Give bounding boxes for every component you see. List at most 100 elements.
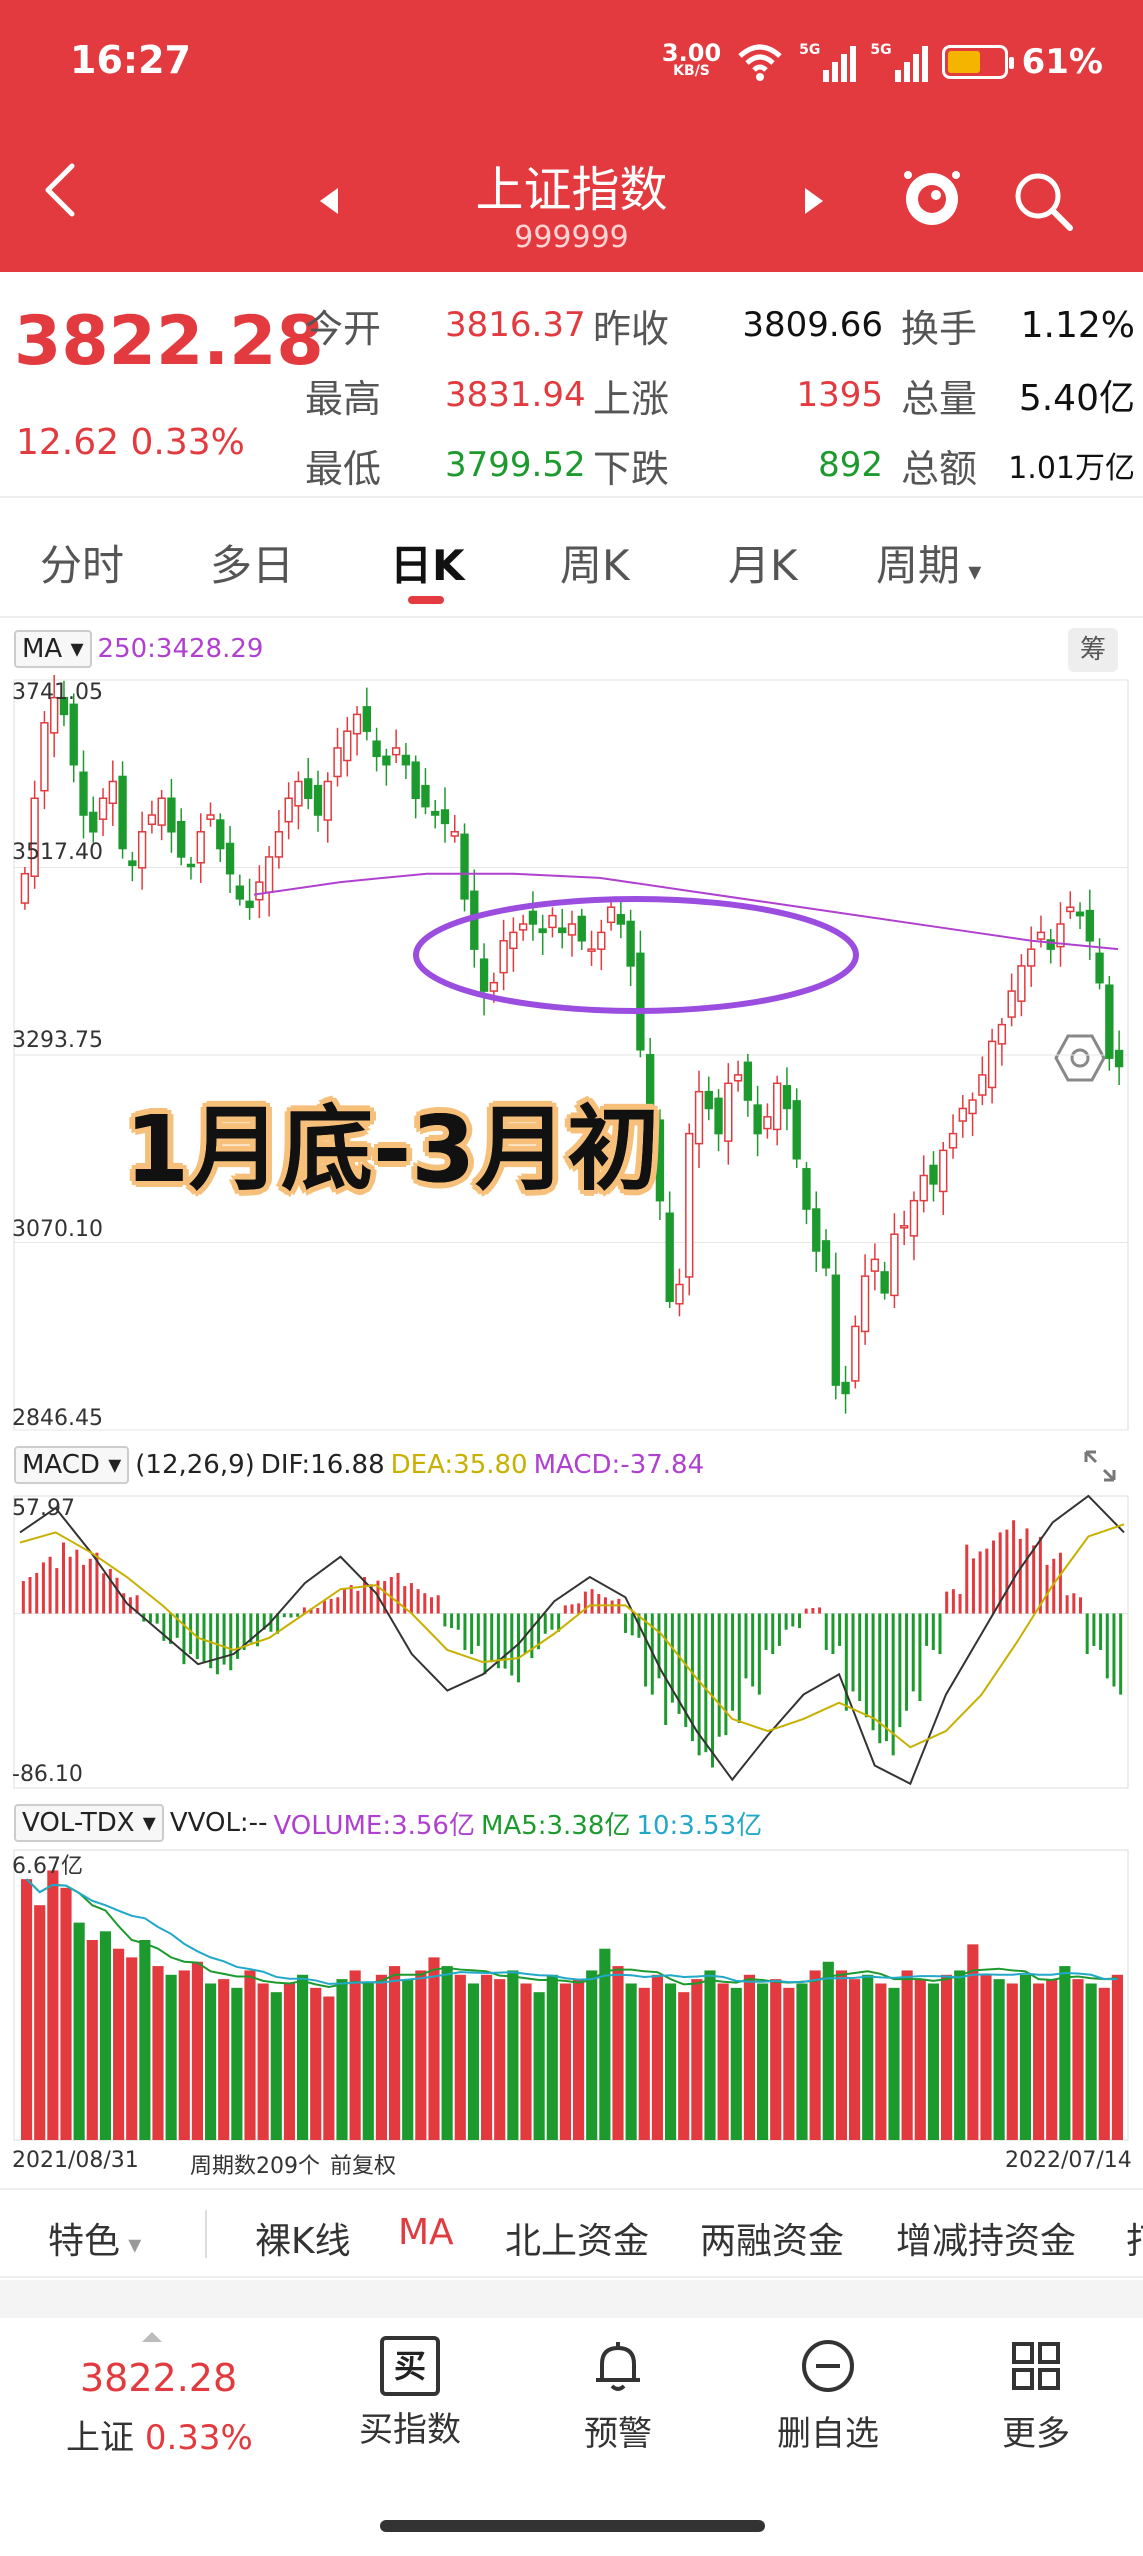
page-title: 上证指数 <box>475 162 668 218</box>
bottom-price: 3822.28 <box>80 2356 238 2400</box>
ma250-line <box>253 872 1119 951</box>
volume-bar <box>520 1983 532 2140</box>
bottom-pct: 0.33% <box>144 2418 253 2458</box>
candle-body <box>1066 906 1075 913</box>
volume-bar <box>481 1974 493 2140</box>
tab-multi-day[interactable]: 多日 <box>210 532 294 593</box>
candle-body <box>40 722 49 792</box>
candle-body <box>89 811 98 833</box>
bell-icon <box>596 2342 640 2391</box>
macd-frame <box>13 1495 1129 1789</box>
tab-monthly-k[interactable]: 月K <box>728 532 798 593</box>
toolbar-ma[interactable]: MA <box>398 2212 454 2253</box>
volume-bar <box>704 1970 716 2140</box>
volume-bar <box>218 1979 230 2140</box>
net-speed-value: 3.00 <box>661 39 722 67</box>
tab-weekly-k[interactable]: 周K <box>560 532 630 593</box>
macd-selector[interactable]: MACD ▾ <box>14 1446 130 1484</box>
candle-body <box>587 948 596 952</box>
vol-vvol: VVOL:-- <box>169 1808 268 1838</box>
candle-body <box>675 1283 684 1305</box>
chip-distribution-button[interactable]: 筹 <box>1068 628 1118 672</box>
ma-selector[interactable]: MA ▾ <box>14 630 92 668</box>
value-turnover: 1.12% <box>1020 304 1135 346</box>
candle-body <box>802 1168 811 1210</box>
candle-body <box>518 923 528 931</box>
candle-body <box>694 1090 704 1145</box>
status-icons: 3.00 KB/S 5G 5G 61% <box>661 39 1103 82</box>
volume-bar <box>205 1983 217 2140</box>
candle-body <box>665 1212 674 1303</box>
volume-bar <box>743 1974 755 2140</box>
candle-body <box>118 775 127 850</box>
vol-selector[interactable]: VOL-TDX ▾ <box>14 1804 164 1842</box>
candle-body <box>137 831 147 869</box>
candle-body <box>948 1132 958 1149</box>
candle-body <box>333 747 342 778</box>
search-icon[interactable] <box>1010 168 1076 234</box>
candle-body <box>108 780 117 805</box>
candle-body <box>567 923 577 936</box>
battery-percent: 61% <box>1021 42 1103 82</box>
y-tick: 3741.05 <box>12 680 103 705</box>
value-volume: 5.40亿 <box>1018 378 1135 419</box>
macd-value: MACD:-37.84 <box>533 1450 705 1480</box>
volume-bar <box>47 1870 59 2140</box>
next-stock-arrow-icon[interactable] <box>805 188 823 214</box>
volume-bar <box>875 1983 887 2140</box>
candle-body <box>919 1174 928 1202</box>
toolbar-featured[interactable]: 特色 ▾ <box>48 2212 141 2264</box>
value-advancers: 1395 <box>796 375 883 415</box>
volume-bar <box>375 1974 387 2140</box>
chevron-down-icon: ▾ <box>120 2230 142 2260</box>
chart-area[interactable]: MA ▾ 250:3428.29 筹 3741.05 3517.40 3293.… <box>0 620 1143 2180</box>
candle-body <box>880 1271 889 1294</box>
volume-bar <box>191 1961 203 2140</box>
chart-svg[interactable] <box>0 620 1143 2180</box>
volume-bar <box>651 1974 663 2140</box>
candle-body <box>401 754 411 766</box>
toolbar-featured-label: 特色 <box>48 2221 121 2262</box>
alert-button[interactable]: 预警 <box>548 2336 688 2455</box>
expand-icon[interactable] <box>1080 1446 1120 1486</box>
toolbar-holding-change[interactable]: 增减持资金 <box>896 2212 1076 2264</box>
candle-body <box>939 1149 948 1193</box>
volume-bar <box>888 1987 900 2140</box>
toolbar-naked-k[interactable]: 裸K线 <box>255 2212 351 2264</box>
volume-bar <box>559 1983 571 2140</box>
quote-row: 今开 3816.37 昨收 3809.66 换手 1.12% <box>305 290 1135 360</box>
tab-period[interactable]: 周期 ▾ <box>876 532 981 593</box>
wifi-icon <box>738 44 782 81</box>
bottom-name-label: 上证 <box>66 2418 134 2458</box>
candle-body <box>186 863 196 868</box>
buy-index-button[interactable]: 买 买指数 <box>340 2336 480 2451</box>
label-high: 最高 <box>305 376 382 421</box>
tab-daily-k[interactable]: 日K <box>390 532 465 593</box>
macd-dea: DEA:35.80 <box>390 1450 528 1480</box>
volume-bar <box>402 1979 414 2140</box>
candle-body <box>743 1061 753 1101</box>
chevron-up-icon[interactable] <box>140 2328 164 2344</box>
remove-watchlist-button[interactable]: 删自选 <box>758 2336 898 2455</box>
candle-body <box>440 809 450 825</box>
candle-body <box>245 900 254 908</box>
volume-bar <box>1046 1979 1058 2140</box>
toolbar-margin[interactable]: 两融资金 <box>700 2212 844 2264</box>
status-time: 16:27 <box>70 38 191 82</box>
volume-bar <box>901 1970 913 2140</box>
robot-assistant-icon[interactable] <box>900 165 964 229</box>
macd-dif-line <box>19 1494 1125 1786</box>
candle-body <box>323 780 332 821</box>
candle-body <box>978 1074 987 1096</box>
tab-intraday[interactable]: 分时 <box>40 532 124 593</box>
battery-icon <box>941 45 1014 79</box>
volume-bar <box>573 1979 585 2140</box>
grid-icon <box>1012 2342 1060 2390</box>
home-indicator[interactable] <box>380 2520 765 2532</box>
toolbar-more-cut[interactable]: 打 <box>1126 2212 1143 2264</box>
candle-body <box>831 1274 840 1386</box>
volume-bar <box>717 1983 729 2140</box>
toolbar-northbound[interactable]: 北上资金 <box>505 2212 649 2264</box>
more-button[interactable]: 更多 <box>966 2336 1106 2455</box>
candle-body <box>714 1097 723 1135</box>
